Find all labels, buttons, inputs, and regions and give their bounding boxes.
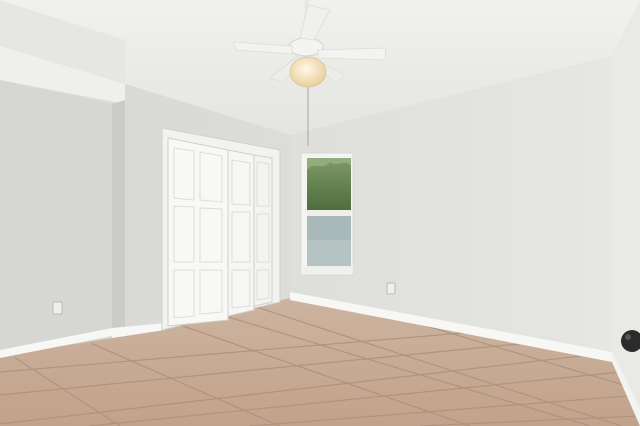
window-icon xyxy=(300,152,354,276)
empty-bedroom-photo xyxy=(0,0,640,426)
outlet-icon xyxy=(386,282,396,295)
light-globe-icon xyxy=(289,56,327,88)
alcove-return xyxy=(112,100,125,338)
closet-door-icon xyxy=(161,127,281,331)
alcove-wall xyxy=(0,80,112,356)
outlet-icon xyxy=(52,301,63,315)
room-illustration xyxy=(0,0,640,426)
